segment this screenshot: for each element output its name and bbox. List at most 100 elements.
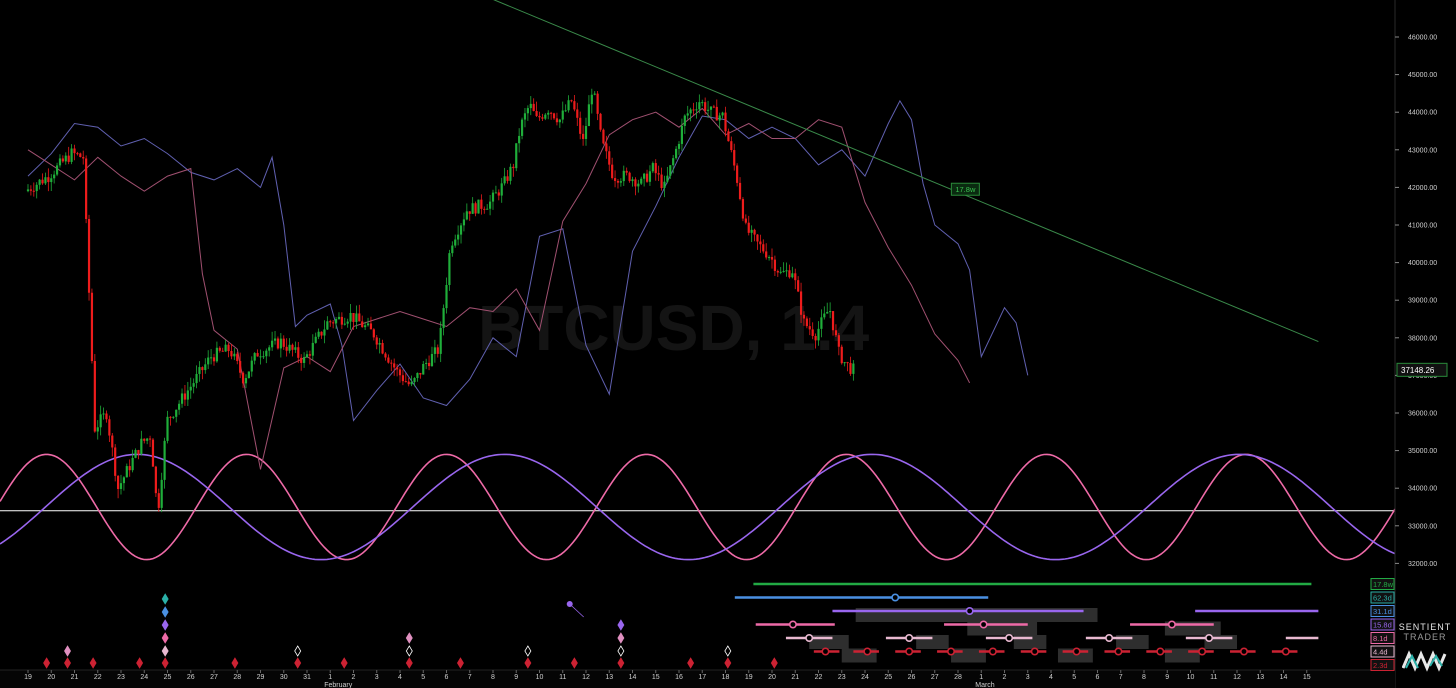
candle-body	[788, 270, 791, 278]
candle-body	[268, 347, 271, 351]
candle-body	[590, 94, 593, 105]
candle-body	[79, 153, 82, 158]
candle-body	[178, 403, 181, 410]
trendline-label: 17.8w	[955, 185, 976, 194]
candle-body	[506, 176, 509, 181]
cycle-legend-label: 8.1d	[1373, 634, 1388, 643]
y-tick-label: 36000.00	[1408, 411, 1437, 418]
candle-body	[616, 180, 620, 183]
candle-body	[628, 172, 631, 182]
candle-body	[50, 178, 53, 183]
candle-body	[119, 483, 123, 489]
candle-body	[96, 427, 99, 432]
candle-body	[163, 440, 166, 480]
x-tick-label: 10	[1187, 674, 1195, 681]
candle-body	[608, 151, 611, 165]
candle-body	[695, 109, 698, 111]
candle-body	[221, 350, 224, 352]
x-tick-label: 2	[352, 674, 356, 681]
candle-body	[209, 357, 213, 359]
candle-body	[782, 271, 785, 273]
candle-body	[349, 312, 352, 322]
candle-body	[683, 115, 686, 126]
candle-body	[128, 466, 131, 471]
candle-body	[486, 208, 489, 210]
candle-body	[811, 329, 814, 336]
candle-body	[317, 331, 320, 337]
candle-body	[38, 179, 41, 185]
candle-body	[518, 135, 521, 144]
candle-body	[114, 447, 117, 476]
x-tick-label: 6	[1096, 674, 1100, 681]
candle-body	[843, 362, 846, 364]
candle-body	[227, 344, 230, 352]
candle-body	[375, 337, 378, 345]
candle-body	[535, 110, 538, 116]
candle-body	[773, 259, 777, 271]
candle-body	[427, 362, 431, 367]
candle-body	[47, 177, 50, 183]
candle-body	[704, 102, 707, 111]
candle-body	[593, 93, 596, 95]
candle-body	[410, 382, 413, 385]
cycle-trough-marker	[805, 633, 814, 642]
candle-body	[204, 364, 207, 371]
candle-body	[160, 479, 163, 508]
x-tick-label: 19	[745, 674, 753, 681]
candle-body	[166, 416, 169, 441]
x-tick-label: 3	[1026, 674, 1030, 681]
candle-body	[372, 329, 375, 338]
candle-body	[744, 218, 747, 223]
candle-body	[404, 381, 407, 383]
candle-body	[741, 199, 745, 219]
candle-body	[355, 313, 358, 322]
x-tick-label: 12	[1233, 674, 1241, 681]
cycle-legend-label: 62.3d	[1373, 593, 1392, 602]
candle-body	[706, 109, 710, 111]
candle-body	[552, 113, 556, 119]
y-tick-label: 41000.00	[1408, 223, 1437, 230]
candle-body	[779, 271, 782, 273]
candle-body	[186, 390, 189, 400]
candle-body	[625, 170, 628, 173]
candle-body	[407, 381, 410, 385]
candle-body	[256, 353, 259, 357]
candle-body	[576, 109, 579, 118]
x-tick-label: 26	[187, 674, 195, 681]
candle-body	[445, 284, 448, 309]
candle-body	[794, 273, 797, 281]
candle-body	[799, 291, 803, 315]
x-tick-label: 20	[768, 674, 776, 681]
candle-body	[151, 439, 155, 467]
candle-body	[483, 208, 486, 210]
candle-body	[767, 257, 771, 259]
candle-body	[93, 361, 96, 432]
y-tick-label: 35000.00	[1408, 448, 1437, 455]
candle-body	[497, 192, 500, 196]
candle-body	[579, 117, 582, 134]
candle-body	[648, 171, 652, 182]
candle-body	[82, 157, 85, 159]
cycle-trough-marker	[863, 647, 872, 656]
price-tag-label: 37148.26	[1401, 366, 1435, 375]
x-tick-label: 31	[303, 674, 311, 681]
candle-body	[596, 93, 599, 114]
candle-body	[430, 353, 434, 367]
candle-body	[477, 199, 480, 214]
candle-body	[233, 353, 236, 357]
y-tick-label: 33000.00	[1408, 523, 1437, 530]
candle-body	[288, 344, 291, 351]
candle-body	[361, 321, 364, 328]
x-tick-label: 25	[164, 674, 172, 681]
x-tick-label: 26	[908, 674, 916, 681]
cycle-legend-label: 2.3d	[1373, 661, 1388, 670]
candle-body	[116, 475, 120, 489]
x-tick-label: 17	[698, 674, 706, 681]
candle-body	[305, 354, 309, 358]
candle-body	[390, 362, 393, 364]
candle-body	[640, 178, 643, 184]
x-tick-label: 19	[24, 674, 32, 681]
y-tick-label: 32000.00	[1408, 561, 1437, 568]
candle-body	[654, 163, 657, 174]
candle-body	[61, 158, 64, 162]
